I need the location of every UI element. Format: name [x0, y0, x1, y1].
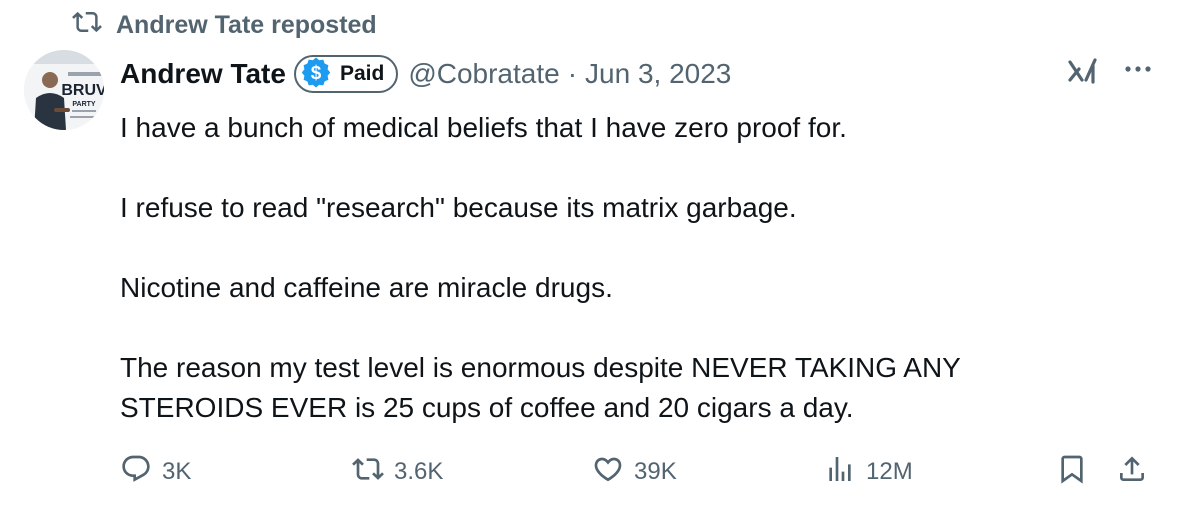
dollar-icon: $ [300, 56, 332, 93]
share-button[interactable] [1116, 448, 1148, 496]
heart-icon [592, 453, 624, 492]
separator-dot: · [567, 58, 578, 89]
paid-badge[interactable]: $ Paid [293, 55, 399, 93]
bookmark-icon [1056, 453, 1088, 492]
bookmark-button[interactable] [1056, 448, 1088, 496]
repost-icon [352, 453, 384, 492]
more-icon [1120, 54, 1156, 89]
views-icon [824, 453, 856, 492]
like-button[interactable]: 39K [592, 448, 677, 496]
repost-button[interactable]: 3.6K [352, 448, 443, 496]
paid-label: Paid [339, 62, 385, 85]
grok-button[interactable] [1066, 56, 1100, 90]
repost-indicator[interactable]: Andrew Tate reposted [72, 8, 377, 42]
tweet-paragraph: I refuse to read "research" because its … [120, 192, 797, 223]
tweet-date[interactable]: Jun 3, 2023 [585, 58, 731, 90]
repost-count: 3.6K [394, 458, 444, 485]
tweet-paragraph: The reason my test level is enormous des… [120, 352, 961, 423]
reply-icon [120, 453, 152, 492]
repost-icon [72, 7, 102, 44]
action-bar: 3K 3.6K 39K 12M [120, 448, 1160, 496]
reply-button[interactable]: 3K [120, 448, 191, 496]
tweet-paragraph: I have a bunch of medical beliefs that I… [120, 112, 847, 143]
avatar-text-party: PARTY [72, 101, 96, 108]
tweet-paragraph: Nicotine and caffeine are miracle drugs. [120, 272, 613, 303]
share-icon [1116, 453, 1148, 492]
avatar-text-bruv: BRUV [61, 82, 104, 99]
author-name[interactable]: Andrew Tate [120, 58, 286, 90]
svg-text:$: $ [311, 63, 322, 84]
views-count: 12M [866, 458, 913, 485]
avatar[interactable]: BRUV PARTY [24, 50, 104, 130]
author-handle[interactable]: @Cobratate [408, 58, 559, 90]
grok-icon [1066, 54, 1100, 93]
tweet-header: Andrew Tate $ Paid @Cobratate · Jun 3, 2… [120, 52, 731, 96]
views-button[interactable]: 12M [824, 448, 913, 496]
more-options-button[interactable] [1120, 56, 1156, 86]
tweet-text: I have a bunch of medical beliefs that I… [120, 108, 1110, 428]
repost-label: Andrew Tate reposted [116, 10, 377, 39]
like-count: 39K [634, 458, 677, 485]
reply-count: 3K [162, 458, 192, 485]
